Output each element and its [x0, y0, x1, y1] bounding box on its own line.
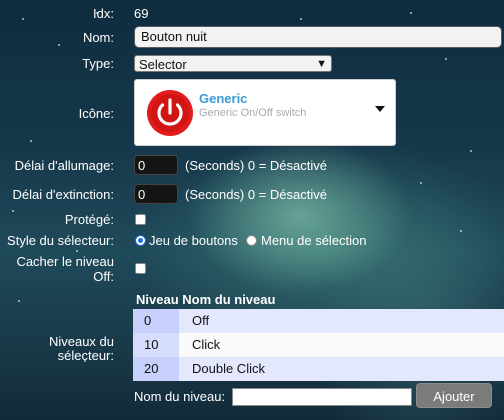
name-input[interactable]: Bouton nuit: [134, 26, 502, 48]
icon-title: Generic: [199, 91, 248, 106]
level-cell: 20: [133, 357, 179, 381]
table-row[interactable]: 20 Double Click: [133, 357, 504, 383]
power-icon: [147, 90, 193, 136]
protected-label: Protégé:: [64, 212, 114, 227]
hide-off-label-line2: Off:: [93, 269, 114, 284]
chevron-down-icon: ▼: [316, 58, 327, 70]
level-cell: 0: [133, 309, 179, 333]
level-name-cell: Double Click: [179, 357, 504, 381]
off-delay-label: Délai d'extinction:: [12, 187, 114, 202]
column-header-level: Niveau: [136, 292, 179, 307]
caret-down-icon: [375, 106, 385, 112]
table-row[interactable]: 0 Off: [133, 309, 504, 333]
levels-label-line2: sélecteur:: [57, 348, 114, 363]
off-delay-hint: (Seconds) 0 = Désactivé: [185, 187, 327, 202]
radio-button-set[interactable]: [135, 235, 146, 246]
hide-off-checkbox[interactable]: [135, 263, 146, 274]
radio-select-menu-label[interactable]: Menu de sélection: [261, 233, 367, 248]
type-select[interactable]: Selector ▼: [134, 55, 332, 72]
level-cell: 10: [133, 333, 179, 357]
radio-select-menu[interactable]: [246, 235, 257, 246]
level-name-cell: Click: [179, 333, 504, 357]
levels-label-line1: Niveaux du: [48, 334, 114, 349]
selector-style-label: Style du sélecteur:: [7, 233, 114, 248]
on-delay-label: Délai d'allumage:: [14, 158, 114, 173]
icon-label: Icône:: [78, 106, 114, 121]
protected-checkbox[interactable]: [135, 214, 146, 225]
radio-button-set-label[interactable]: Jeu de boutons: [149, 233, 238, 248]
icon-dropdown[interactable]: Generic Generic On/Off switch: [134, 79, 396, 146]
new-level-label: Nom du niveau:: [134, 389, 226, 404]
levels-table-header: Niveau Nom du niveau: [136, 292, 275, 307]
off-delay-input[interactable]: 0: [134, 184, 178, 204]
type-select-value: Selector: [139, 57, 187, 72]
column-header-name: Nom du niveau: [182, 292, 276, 307]
on-delay-input[interactable]: 0: [134, 155, 178, 175]
on-delay-hint: (Seconds) 0 = Désactivé: [185, 158, 327, 173]
icon-subtitle: Generic On/Off switch: [199, 107, 307, 119]
idx-value: 69: [134, 6, 149, 21]
hide-off-label-line1: Cacher le niveau: [16, 254, 114, 269]
new-level-input[interactable]: [232, 388, 412, 406]
name-label: Nom:: [82, 30, 114, 45]
table-row[interactable]: 10 Click: [133, 333, 504, 357]
add-level-button[interactable]: Ajouter: [416, 383, 492, 408]
level-name-cell: Off: [179, 309, 504, 333]
type-label: Type:: [82, 56, 114, 71]
idx-label: Idx:: [93, 6, 114, 21]
